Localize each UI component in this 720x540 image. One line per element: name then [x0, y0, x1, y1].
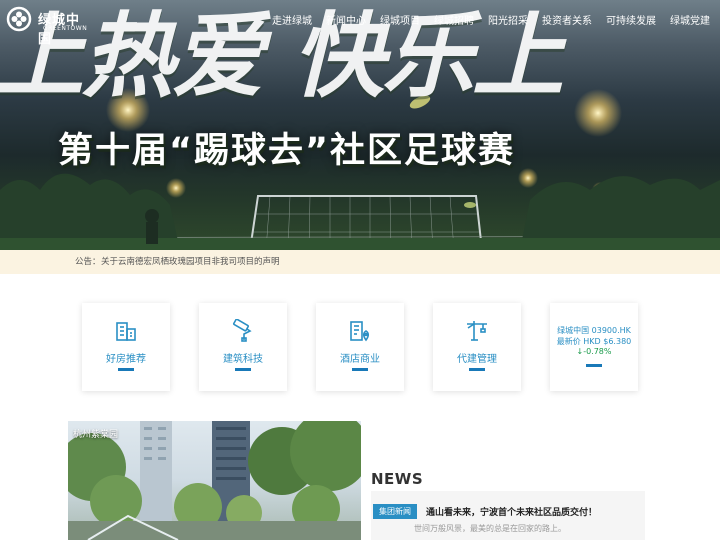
hotel-location-icon [350, 321, 370, 342]
nav-about[interactable]: 走进绿城 [272, 12, 312, 27]
nav-investor-relations[interactable]: 投资者关系 [542, 12, 592, 27]
logo-subtext: GREENTOWN [43, 25, 88, 32]
main-nav: 走进绿城 新闻中心 绿城项目 绿城招聘 阳光招采 投资者关系 可持续发展 绿城党… [272, 12, 720, 27]
news-category-tag[interactable]: 集团新闻 [373, 504, 417, 519]
nav-projects[interactable]: 绿城项目 [380, 12, 420, 27]
card-underline [235, 368, 251, 371]
hero-banner[interactable]: 上热爱 快乐上 第十届“踢球去”社区足球赛 绿城中国 GREENTOWN 走进绿… [0, 0, 720, 250]
stock-price: 最新价 HKD $6.380 [556, 337, 632, 346]
card-underline [469, 368, 485, 371]
news-section-title: NEWS [371, 470, 424, 488]
greentown-logo-icon [6, 6, 32, 32]
card-underline [352, 368, 368, 371]
nav-party-building[interactable]: 绿城党建 [670, 12, 710, 27]
news-item[interactable]: 集团新闻 通山看未来，宁波首个未来社区品质交付！ 世间万般风景，最美的总是在回家… [371, 491, 645, 540]
card-underline [118, 368, 134, 371]
project-showcase-image[interactable]: 杭州紫棠园 [68, 421, 361, 540]
card-construction-management[interactable]: 代建管理 [433, 303, 521, 391]
card-building-tech[interactable]: 建筑科技 [199, 303, 287, 391]
card-label: 建筑科技 [223, 354, 263, 365]
nav-news[interactable]: 新闻中心 [326, 12, 366, 27]
paint-roller-icon [233, 319, 252, 342]
card-underline [586, 364, 602, 367]
stock-change: ↓-0.78% [576, 347, 612, 356]
card-recommended-homes[interactable]: 好房推荐 [82, 303, 170, 391]
card-hotel-commercial[interactable]: 酒店商业 [316, 303, 404, 391]
project-name: 杭州紫棠园 [73, 430, 119, 440]
top-navbar: 绿城中国 GREENTOWN 走进绿城 新闻中心 绿城项目 绿城招聘 阳光招采 … [0, 0, 720, 47]
card-stock-quote[interactable]: 绿城中国 03900.HK 最新价 HKD $6.380 ↓-0.78% [550, 303, 638, 391]
card-label: 好房推荐 [106, 354, 146, 365]
nav-procurement[interactable]: 阳光招采 [488, 12, 528, 27]
nav-careers[interactable]: 绿城招聘 [434, 12, 474, 27]
news-summary: 世间万般风景，最美的总是在回家的路上。 [414, 524, 566, 533]
greentown-logo[interactable]: 绿城中国 GREENTOWN [6, 5, 88, 47]
news-headline[interactable]: 通山看未来，宁波首个未来社区品质交付！ [426, 505, 597, 518]
nav-sustainability[interactable]: 可持续发展 [606, 12, 656, 27]
announcement-label: 公告： [75, 257, 101, 267]
crane-icon [467, 321, 487, 341]
stock-ticker: 绿城中国 03900.HK [557, 326, 631, 335]
building-icon [116, 322, 136, 341]
announcement-bar: 公告： 关于云南德宏凤栖玫瑰园项目非我司项目的声明 [0, 250, 720, 274]
announcement-link[interactable]: 关于云南德宏凤栖玫瑰园项目非我司项目的声明 [101, 250, 280, 274]
hero-title: 第十届“踢球去”社区足球赛 [58, 131, 516, 171]
card-label: 酒店商业 [340, 354, 380, 365]
card-label: 代建管理 [457, 354, 497, 365]
